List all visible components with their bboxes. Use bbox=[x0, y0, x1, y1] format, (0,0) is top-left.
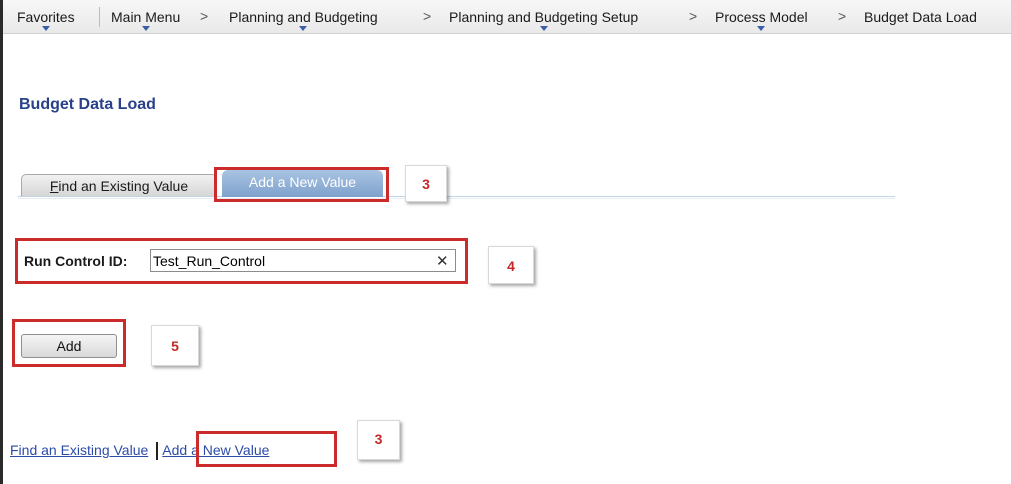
menu-favorites[interactable]: Favorites bbox=[17, 9, 75, 31]
chevron-down-icon bbox=[141, 26, 150, 31]
callout-step-4: 4 bbox=[488, 246, 534, 284]
breadcrumb-separator: > bbox=[423, 8, 432, 24]
run-control-id-input[interactable] bbox=[150, 249, 456, 272]
breadcrumb-separator: > bbox=[200, 8, 209, 24]
run-control-label: Run Control ID: bbox=[24, 253, 128, 269]
menu-planning-budgeting[interactable]: Planning and Budgeting bbox=[229, 9, 378, 31]
callout-step-5: 5 bbox=[151, 325, 199, 366]
chevron-down-icon bbox=[41, 26, 50, 31]
menu-divider bbox=[99, 7, 100, 27]
page-title: Budget Data Load bbox=[19, 96, 156, 113]
menu-process-model[interactable]: Process Model bbox=[715, 9, 808, 31]
add-button[interactable]: Add bbox=[21, 334, 117, 358]
chevron-down-icon bbox=[757, 26, 766, 31]
highlight-box-tab bbox=[214, 167, 389, 202]
menu-budget-data-load[interactable]: Budget Data Load bbox=[864, 9, 977, 25]
highlight-box-add-link bbox=[196, 431, 337, 467]
chevron-down-icon bbox=[539, 26, 548, 31]
breadcrumb-separator: > bbox=[689, 8, 698, 24]
breadcrumb-menubar: Favorites Main Menu > Planning and Budge… bbox=[3, 0, 1011, 34]
link-divider bbox=[156, 442, 159, 461]
callout-step-3: 3 bbox=[405, 165, 447, 202]
link-find-existing-value[interactable]: Find an Existing Value bbox=[10, 442, 148, 458]
chevron-down-icon bbox=[299, 26, 308, 31]
callout-step-3-link: 3 bbox=[357, 420, 400, 460]
menu-main-menu[interactable]: Main Menu bbox=[111, 9, 180, 31]
breadcrumb-separator: > bbox=[838, 8, 847, 24]
tab-find-existing-value[interactable]: Find an Existing Value bbox=[21, 174, 217, 196]
tab-underline-shadow bbox=[18, 198, 895, 199]
menu-planning-budgeting-setup[interactable]: Planning and Budgeting Setup bbox=[449, 9, 638, 31]
clear-icon[interactable]: ✕ bbox=[436, 252, 449, 270]
